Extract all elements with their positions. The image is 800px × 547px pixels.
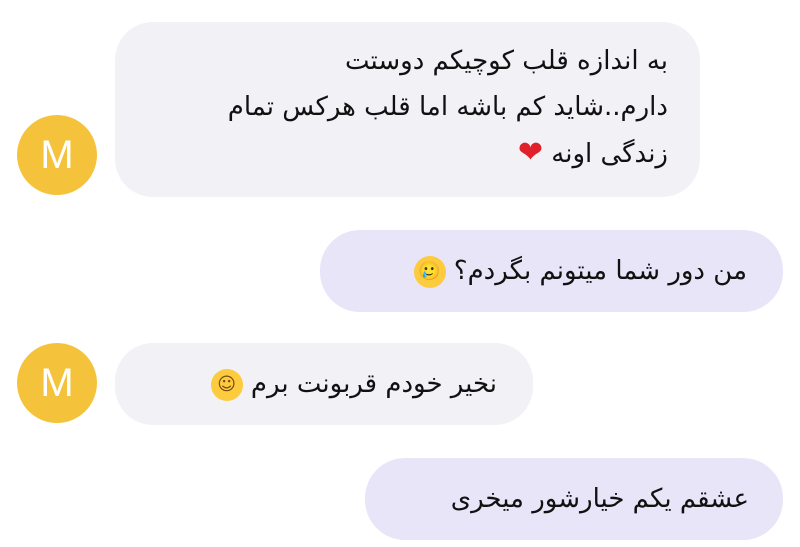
avatar-initial: M (40, 132, 74, 177)
message-text: زندگی اونه (551, 139, 668, 169)
outgoing-message-bubble[interactable]: عشقم یکم خیارشور میخری (365, 458, 783, 540)
avatar-initial: M (40, 360, 74, 405)
message-line: زندگی اونه ❤ (143, 130, 668, 177)
face-expression: ☺ (217, 373, 237, 395)
message-text: نخیر خودم قربونت برم (250, 369, 497, 399)
smiling-face-with-tear-emoji: 🥲 (413, 255, 446, 288)
smiling-face-emoji: ☺ (210, 368, 243, 401)
incoming-message-bubble[interactable]: به اندازه قلب کوچیکم دوستت دارم..شاید کم… (115, 22, 700, 197)
avatar[interactable]: M (17, 343, 97, 423)
outgoing-message-bubble[interactable]: من دور شما میتونم بگردم؟ 🥲 (320, 230, 783, 312)
incoming-message-bubble[interactable]: نخیر خودم قربونت برم ☺ (115, 343, 533, 425)
message-text: من دور شما میتونم بگردم؟ (453, 256, 747, 286)
message-line: به اندازه قلب کوچیکم دوستت (345, 46, 668, 76)
red-heart-emoji: ❤ (517, 135, 544, 170)
face-expression: 🥲 (418, 260, 441, 282)
message-text: عشقم یکم خیارشور میخری (450, 484, 749, 514)
avatar[interactable]: M (17, 115, 97, 195)
message-line: دارم..شاید کم باشه اما قلب هرکس تمام (227, 92, 668, 122)
